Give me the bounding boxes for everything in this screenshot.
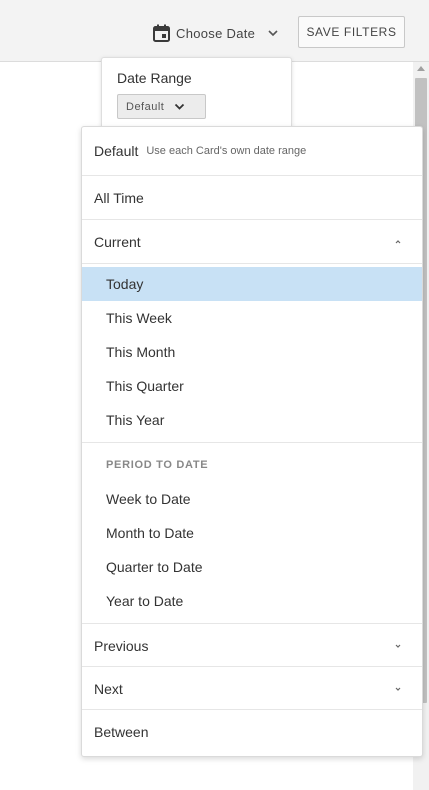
menu-group-previous[interactable]: Previous — [82, 624, 422, 667]
menu-item-label: This Quarter — [106, 378, 184, 394]
menu-item-default-hint: Use each Card's own date range — [146, 145, 307, 157]
menu-item-today[interactable]: Today — [82, 267, 422, 301]
chevron-down-icon — [268, 30, 278, 37]
menu-item-this-month[interactable]: This Month — [82, 335, 422, 369]
chevron-down-icon — [175, 103, 185, 110]
date-range-selected-value: Default — [126, 100, 165, 113]
menu-item-between[interactable]: Between — [82, 710, 422, 753]
menu-item-year-to-date[interactable]: Year to Date — [82, 584, 422, 618]
menu-item-label: Week to Date — [106, 491, 191, 507]
menu-item-all-time-label: All Time — [94, 189, 144, 206]
chevron-down-icon — [395, 687, 401, 691]
menu-item-label: This Month — [106, 344, 176, 360]
date-range-title: Date Range — [117, 70, 192, 86]
menu-item-quarter-to-date[interactable]: Quarter to Date — [82, 550, 422, 584]
date-range-menu: Default Use each Card's own date range A… — [81, 126, 423, 757]
menu-item-label: Year to Date — [106, 593, 184, 609]
calendar-icon — [153, 24, 170, 42]
save-filters-button[interactable]: SAVE FILTERS — [298, 16, 405, 48]
choose-date-button[interactable]: Choose Date — [153, 22, 279, 44]
menu-group-current-label: Current — [94, 233, 141, 250]
menu-item-month-to-date[interactable]: Month to Date — [82, 516, 422, 550]
menu-item-default[interactable]: Default Use each Card's own date range — [82, 127, 422, 175]
toolbar: Choose Date SAVE FILTERS — [0, 0, 429, 62]
menu-item-between-label: Between — [94, 723, 149, 740]
date-range-panel: Date Range Default — [101, 57, 292, 137]
menu-item-label: Today — [106, 276, 144, 292]
menu-group-next[interactable]: Next — [82, 667, 422, 710]
menu-item-label: This Year — [106, 412, 165, 428]
divider — [82, 263, 422, 264]
divider — [82, 442, 422, 443]
menu-item-all-time[interactable]: All Time — [82, 176, 422, 219]
menu-item-this-quarter[interactable]: This Quarter — [82, 369, 422, 403]
section-heading-period-to-date: PERIOD TO DATE — [106, 459, 209, 471]
menu-item-this-week[interactable]: This Week — [82, 301, 422, 335]
menu-item-label: Quarter to Date — [106, 559, 203, 575]
menu-group-current[interactable]: Current — [82, 220, 422, 263]
menu-item-week-to-date[interactable]: Week to Date — [82, 482, 422, 516]
date-range-select[interactable]: Default — [117, 94, 206, 119]
chevron-up-icon — [395, 240, 401, 244]
chevron-down-icon — [395, 644, 401, 648]
menu-group-next-label: Next — [94, 680, 123, 697]
scroll-up-arrow-icon[interactable] — [417, 66, 425, 71]
menu-item-default-label: Default — [94, 143, 139, 159]
menu-item-label: This Week — [106, 310, 172, 326]
menu-item-this-year[interactable]: This Year — [82, 403, 422, 437]
choose-date-label: Choose Date — [176, 25, 256, 41]
menu-item-label: Month to Date — [106, 525, 194, 541]
menu-group-previous-label: Previous — [94, 637, 149, 654]
